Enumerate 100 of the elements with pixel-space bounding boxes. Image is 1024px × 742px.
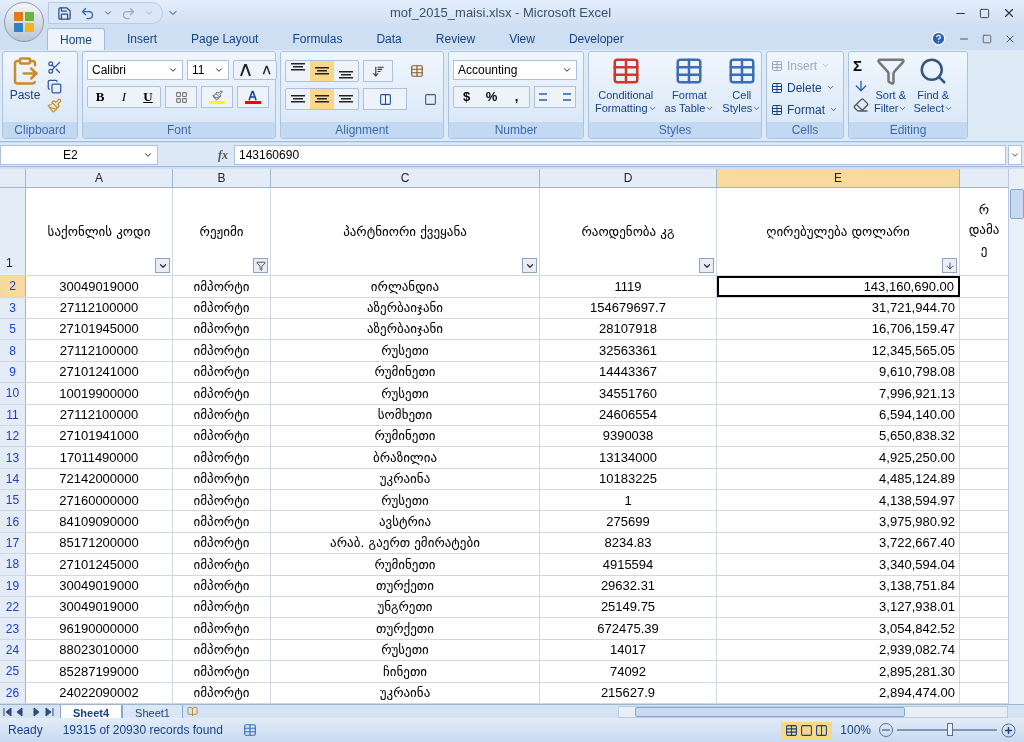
filter-button[interactable] — [699, 258, 714, 274]
filter-button[interactable] — [942, 258, 957, 274]
ribbon-tab[interactable]: Developer — [556, 28, 636, 50]
number-style-button[interactable]: $ — [454, 87, 479, 107]
table-cell: 3,054,842.52 — [717, 618, 960, 639]
row-header[interactable]: 5 — [0, 318, 26, 340]
fill-color-button[interactable] — [201, 86, 233, 108]
row-header[interactable]: 12 — [0, 425, 26, 447]
row-header[interactable]: 13 — [0, 447, 26, 468]
table-cell: 27160000000 — [26, 490, 173, 511]
borders-button[interactable] — [165, 86, 197, 108]
font-name-field[interactable]: Calibri — [87, 60, 183, 80]
office-logo[interactable] — [4, 2, 44, 42]
maximize-icon[interactable] — [979, 7, 990, 19]
editing-button[interactable]: Sort & Filter — [873, 56, 909, 115]
font-style-button[interactable]: U — [136, 87, 160, 107]
grow-shrink-font-drawing[interactable] — [233, 60, 277, 80]
font-size-field[interactable]: 11 — [187, 60, 229, 80]
cut-icon[interactable] — [47, 60, 62, 75]
filter-button[interactable] — [155, 258, 170, 274]
save-icon[interactable] — [57, 5, 72, 21]
table-cell: 27112100000 — [26, 297, 173, 318]
cells-button[interactable]: Format — [771, 100, 838, 119]
vertical-align-button[interactable] — [310, 61, 334, 81]
filter-button[interactable] — [253, 258, 268, 274]
close-icon[interactable] — [1002, 6, 1016, 20]
ribbon-tab[interactable]: Data — [364, 28, 414, 50]
sheet-tab[interactable]: Sheet1 — [122, 704, 183, 719]
ribbon-tab[interactable]: Page Layout — [179, 28, 271, 50]
ribbon-tab[interactable]: Home — [47, 28, 105, 50]
autosum-button[interactable]: Σ — [853, 56, 869, 75]
column-header[interactable]: E — [717, 169, 960, 187]
number-style-button[interactable]: % — [479, 87, 504, 107]
column-header[interactable]: C — [271, 169, 540, 187]
row-header[interactable]: 24 — [0, 639, 26, 661]
style-button[interactable]: Format as Table — [662, 56, 717, 115]
eraser-icon[interactable] — [853, 97, 869, 113]
table-cell: 29632.31 — [540, 575, 717, 597]
name-box[interactable]: E2 — [0, 144, 158, 165]
row-header[interactable]: 26 — [0, 682, 26, 703]
formula-field[interactable]: 143160690 — [234, 144, 1006, 165]
copy-icon[interactable] — [47, 79, 62, 94]
style-button[interactable]: Conditional Formatting — [593, 56, 659, 115]
view-buttons-drawing[interactable] — [781, 721, 833, 739]
row-header[interactable]: 9 — [0, 361, 26, 383]
row-header[interactable]: 11 — [0, 404, 26, 425]
help-icon[interactable] — [931, 31, 946, 46]
style-button[interactable]: Cell Styles — [720, 56, 764, 115]
orientation-button[interactable] — [363, 60, 393, 82]
row-header[interactable]: 22 — [0, 597, 26, 618]
table-cell: 17011490000 — [26, 447, 173, 468]
ribbon-tab[interactable]: View — [497, 28, 547, 50]
decimal-buttons-drawing[interactable] — [534, 86, 576, 108]
zoom-slider-drawing[interactable] — [879, 722, 1016, 738]
font-style-button[interactable]: B — [88, 87, 112, 107]
filter-button[interactable] — [522, 258, 537, 274]
indent-button[interactable] — [363, 88, 407, 110]
number-style-button[interactable]: , — [504, 87, 529, 107]
table-cell: 3,127,938.01 — [717, 597, 960, 618]
table-cell: 27101241000 — [26, 361, 173, 383]
caret-icon — [705, 104, 715, 113]
function-button[interactable]: fx — [218, 145, 228, 164]
table-cell: 27101941000 — [26, 425, 173, 447]
table-cell: 215627.9 — [540, 682, 717, 703]
horizontal-align-button[interactable] — [310, 89, 334, 109]
row-header[interactable]: 2 — [0, 276, 26, 297]
column-header[interactable]: B — [173, 169, 271, 187]
ribbon-tab[interactable]: Insert — [115, 28, 170, 50]
font-color-button[interactable] — [237, 86, 269, 108]
row-header[interactable]: 18 — [0, 554, 26, 575]
column-header[interactable]: A — [26, 169, 173, 187]
cells-button[interactable]: Delete — [771, 78, 838, 97]
row-header[interactable]: 10 — [0, 383, 26, 404]
horizontal-scrollbar[interactable] — [618, 705, 1008, 718]
row-header[interactable]: 19 — [0, 575, 26, 597]
restore-icon[interactable] — [982, 33, 992, 44]
vertical-scrollbar[interactable] — [1008, 169, 1024, 704]
fill-icon[interactable] — [853, 78, 869, 94]
table-cell: 14443367 — [540, 361, 717, 383]
editing-button[interactable]: Find & Select — [912, 56, 955, 115]
undo-icon[interactable] — [80, 5, 95, 21]
row-header[interactable]: 23 — [0, 618, 26, 639]
row-header[interactable]: 3 — [0, 297, 26, 318]
ribbon-tab[interactable]: Formulas — [280, 28, 355, 50]
font-style-button[interactable]: I — [112, 87, 136, 107]
table-cell: 74092 — [540, 661, 717, 682]
paste-button[interactable]: Paste — [7, 56, 43, 104]
row-header[interactable]: 17 — [0, 532, 26, 554]
caret-icon[interactable] — [103, 8, 113, 18]
number-format-field[interactable]: Accounting — [453, 60, 577, 80]
row-header[interactable]: 8 — [0, 340, 26, 361]
row-header[interactable]: 15 — [0, 490, 26, 511]
sheet-tab[interactable]: Sheet4 — [60, 704, 123, 719]
table-cell: 32563361 — [540, 340, 717, 361]
zoom-level[interactable]: 100% — [840, 721, 871, 739]
row-header[interactable]: 25 — [0, 661, 26, 682]
row-header[interactable]: 14 — [0, 468, 26, 490]
ribbon-tab[interactable]: Review — [423, 28, 488, 50]
row-header[interactable]: 1 — [0, 188, 26, 276]
row-header[interactable]: 16 — [0, 511, 26, 532]
